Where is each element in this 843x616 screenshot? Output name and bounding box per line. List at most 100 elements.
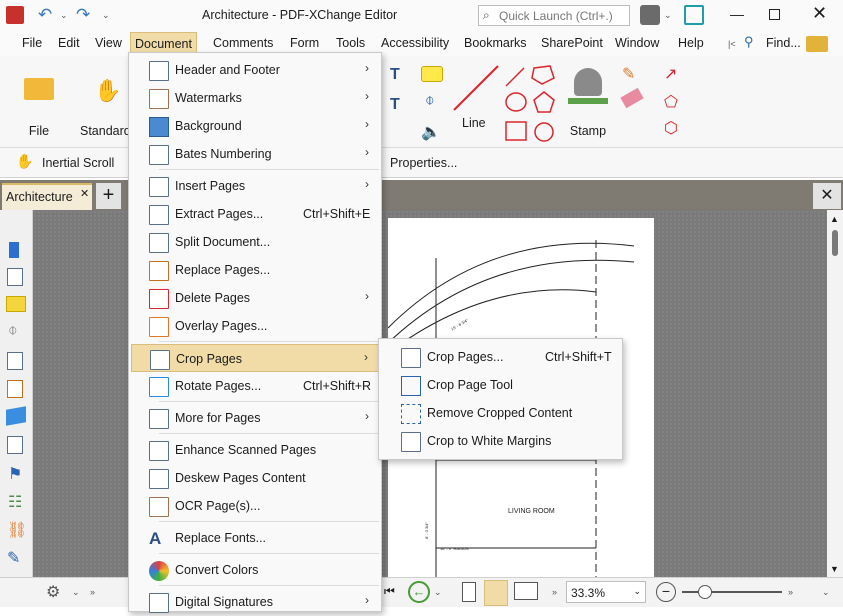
speaker-icon[interactable]: 🔈: [421, 122, 441, 142]
menu-item-deskew-pages-content[interactable]: Deskew Pages Content: [131, 464, 379, 492]
menu-item-convert-colors[interactable]: Convert Colors: [131, 556, 379, 584]
destinations-icon[interactable]: ⚑: [8, 464, 22, 484]
menu-edit[interactable]: Edit: [54, 30, 84, 56]
scroll-thumb[interactable]: [832, 230, 838, 256]
submenu-item-crop-page-tool[interactable]: Crop Page Tool: [381, 371, 620, 399]
redo-dropdown-icon[interactable]: ⌄: [102, 10, 110, 21]
pentagon-tool-icon[interactable]: [533, 91, 555, 113]
status-overflow-icon[interactable]: »: [90, 587, 95, 597]
fields-icon[interactable]: [7, 436, 23, 454]
line-tool-icon[interactable]: [453, 65, 499, 111]
status-right-overflow-icon[interactable]: »: [788, 587, 793, 597]
layers-icon[interactable]: [6, 406, 26, 426]
menu-accessibility[interactable]: Accessibility: [377, 30, 453, 56]
undo-dropdown-icon[interactable]: ⌄: [60, 10, 68, 21]
text-tool-icon[interactable]: T: [390, 66, 400, 84]
structure-icon[interactable]: ☷: [8, 492, 22, 512]
callout-icon[interactable]: [421, 66, 443, 82]
zoom-out-button[interactable]: −: [656, 582, 676, 602]
new-tab-button[interactable]: +: [96, 183, 121, 209]
scroll-down-icon[interactable]: ▼: [830, 564, 839, 574]
menu-item-rotate-pages[interactable]: Rotate Pages... Ctrl+Shift+R: [131, 372, 379, 400]
file-ribbon-button[interactable]: File: [14, 64, 64, 144]
close-document-button[interactable]: ✕: [813, 183, 841, 209]
menu-item-replace-fonts[interactable]: A Replace Fonts...: [131, 524, 379, 552]
menu-view[interactable]: View: [91, 30, 126, 56]
menu-file[interactable]: File: [18, 30, 46, 56]
line-label[interactable]: Line: [462, 116, 486, 130]
back-button[interactable]: ←: [408, 581, 430, 603]
menu-window[interactable]: Window: [611, 30, 663, 56]
content-icon[interactable]: [7, 352, 23, 370]
tab-close-icon[interactable]: ✕: [80, 187, 89, 200]
menu-item-background[interactable]: Background ›: [131, 112, 379, 140]
facing-view-icon[interactable]: [514, 582, 538, 600]
settings-icon[interactable]: [640, 5, 660, 25]
settings-dropdown-icon[interactable]: ⌄: [664, 10, 672, 21]
menu-item-digital-signatures[interactable]: Digital Signatures ›: [131, 588, 379, 616]
menu-item-ocr-pages[interactable]: OCR Page(s)...: [131, 492, 379, 520]
menu-item-extract-pages[interactable]: Extract Pages... Ctrl+Shift+E: [131, 200, 379, 228]
inertial-scroll-label[interactable]: Inertial Scroll: [42, 156, 114, 170]
menu-sharepoint[interactable]: SharePoint: [537, 30, 607, 56]
zoom-slider[interactable]: [682, 585, 782, 599]
submenu-item-crop-pages[interactable]: Crop Pages... Ctrl+Shift+T: [381, 343, 620, 371]
continuous-view-icon[interactable]: [484, 580, 508, 606]
submenu-item-crop-to-white-margins[interactable]: Crop to White Margins: [381, 427, 620, 455]
first-page-button[interactable]: ⏮: [384, 584, 395, 599]
find-button[interactable]: Find...: [766, 36, 801, 50]
attachments-icon[interactable]: ⌽: [8, 322, 18, 340]
menu-item-delete-pages[interactable]: Delete Pages ›: [131, 284, 379, 312]
cloud-tool-icon[interactable]: [534, 122, 554, 142]
menu-help[interactable]: Help: [674, 30, 708, 56]
measure-distance-icon[interactable]: ↗: [664, 64, 677, 84]
stamp-ribbon-button[interactable]: Stamp: [562, 64, 614, 144]
fullscreen-icon[interactable]: [684, 5, 704, 25]
arrow-tool-icon[interactable]: [505, 67, 525, 87]
menu-item-more-for-pages[interactable]: More for Pages ›: [131, 404, 379, 432]
zoom-select[interactable]: 33.3% ⌄: [566, 581, 646, 603]
menu-item-split-document[interactable]: Split Document...: [131, 228, 379, 256]
back-dropdown-icon[interactable]: ⌄: [434, 587, 442, 598]
menu-item-enhance-scanned-pages[interactable]: Enhance Scanned Pages: [131, 436, 379, 464]
properties-label[interactable]: Properties...: [390, 156, 457, 170]
thumbnails-icon[interactable]: [7, 268, 23, 286]
status-settings-icon[interactable]: ⚙: [46, 582, 60, 602]
paperclip-icon[interactable]: ⌽: [425, 92, 435, 110]
bookmarks-icon[interactable]: [9, 242, 19, 258]
status-settings-dropdown-icon[interactable]: ⌄: [72, 587, 80, 598]
tab-architecture[interactable]: Architecture ✕: [2, 183, 92, 210]
comments-icon[interactable]: [6, 296, 26, 312]
submenu-item-remove-cropped-content[interactable]: Remove Cropped Content: [381, 399, 620, 427]
redo-icon[interactable]: ↷: [76, 5, 90, 25]
links-icon[interactable]: ⛓: [7, 520, 27, 540]
vertical-scrollbar[interactable]: ▲ ▼: [827, 210, 843, 577]
binoculars-icon[interactable]: ⚲: [744, 34, 754, 50]
collapse-left-icon[interactable]: |<: [728, 39, 736, 49]
standard-ribbon-button[interactable]: ✋ Standard: [80, 64, 131, 144]
find-options-icon[interactable]: [806, 36, 828, 52]
typewriter-icon[interactable]: T: [390, 96, 400, 114]
menu-item-insert-pages[interactable]: Insert Pages ›: [131, 172, 379, 200]
status-collapse-icon[interactable]: ⌄: [822, 587, 830, 598]
menu-item-bates-numbering[interactable]: Bates Numbering ›: [131, 140, 379, 168]
oval-tool-icon[interactable]: [505, 92, 527, 112]
quick-launch-input[interactable]: ⌕ Quick Launch (Ctrl+.): [478, 5, 630, 26]
tags-icon[interactable]: [7, 380, 23, 398]
menu-item-crop-pages[interactable]: Crop Pages ›: [131, 344, 379, 372]
menu-item-watermarks[interactable]: Watermarks ›: [131, 84, 379, 112]
pencil-icon[interactable]: ✎: [622, 64, 635, 84]
scroll-up-icon[interactable]: ▲: [830, 214, 839, 224]
maximize-button[interactable]: [769, 9, 780, 20]
polygon-tool-icon[interactable]: [531, 65, 555, 85]
undo-icon[interactable]: ↶: [38, 5, 52, 25]
single-page-view-icon[interactable]: [462, 582, 476, 602]
eraser-icon[interactable]: [620, 87, 644, 109]
measure-perimeter-icon[interactable]: ⬠: [664, 92, 678, 112]
close-window-button[interactable]: ✕: [812, 3, 827, 24]
view-overflow-icon[interactable]: »: [552, 587, 557, 597]
menu-bookmarks[interactable]: Bookmarks: [460, 30, 531, 56]
signatures-icon[interactable]: ✎: [7, 548, 20, 568]
menu-item-header-and-footer[interactable]: Header and Footer ›: [131, 56, 379, 84]
rectangle-tool-icon[interactable]: [505, 121, 527, 141]
